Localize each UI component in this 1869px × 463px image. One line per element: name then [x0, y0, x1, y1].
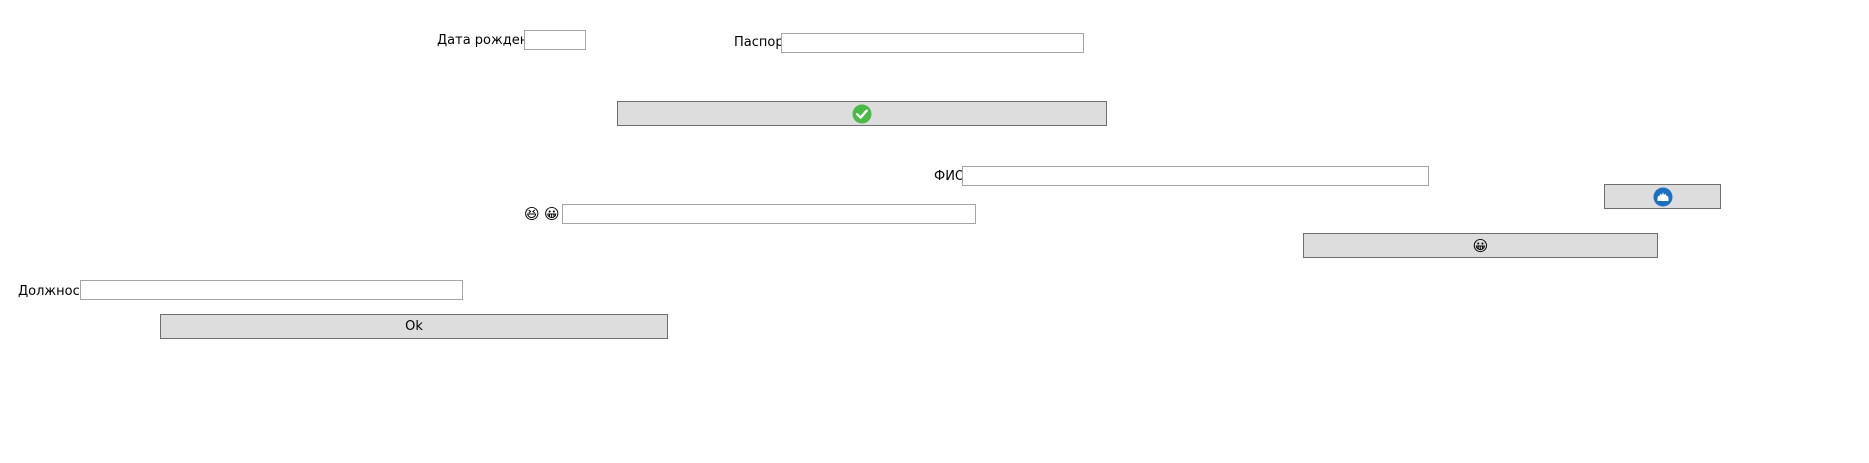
- checkmark-icon: [852, 104, 872, 123]
- fio-field[interactable]: [962, 166, 1429, 186]
- passport-field[interactable]: [781, 33, 1084, 53]
- grinning-squinting-face-icon: 😆: [524, 205, 540, 223]
- grinning-face-icon: 😀: [544, 205, 560, 223]
- blue-circle-app-icon: [1653, 187, 1672, 206]
- birth-date-field[interactable]: [524, 30, 586, 50]
- ok-button[interactable]: Ok: [160, 314, 668, 339]
- emoji-field[interactable]: [562, 204, 976, 224]
- face-button[interactable]: 😀: [1303, 233, 1658, 258]
- grinning-face-icon: 😀: [1472, 236, 1489, 255]
- confirm-button[interactable]: [617, 101, 1107, 126]
- position-field[interactable]: [80, 280, 463, 300]
- blue-icon-button[interactable]: [1604, 184, 1721, 209]
- fio-label: ФИО: [934, 169, 966, 184]
